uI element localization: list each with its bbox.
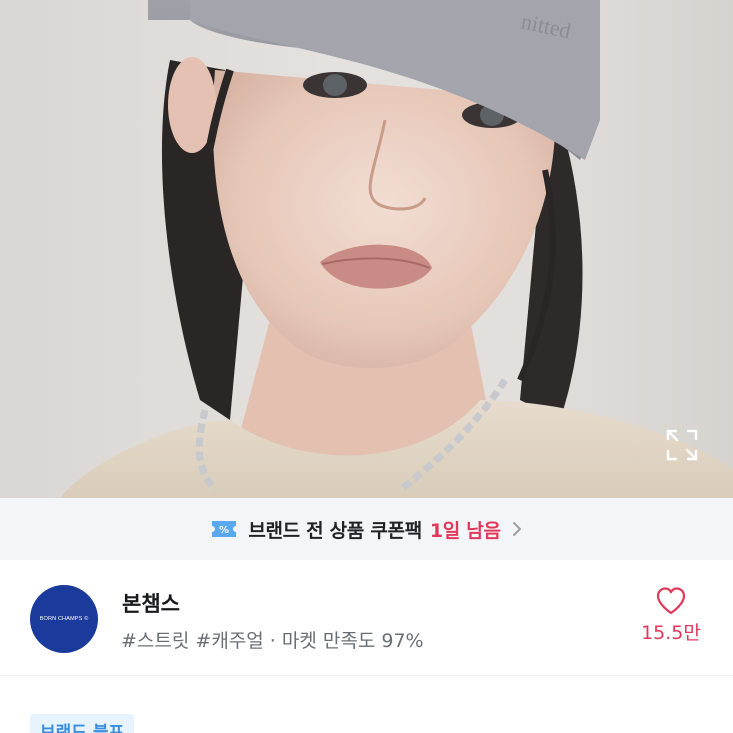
shop-logo[interactable]: BORN CHAMPS © xyxy=(30,585,98,653)
shop-name[interactable]: 본챔스 xyxy=(122,588,180,618)
like-count: 15.5만 xyxy=(641,622,701,644)
expand-image-button[interactable] xyxy=(665,428,699,462)
shop-logo-text: BORN CHAMPS © xyxy=(39,616,89,622)
coupon-pack-banner[interactable]: % 브랜드 전 상품 쿠폰팩 1일 남음 xyxy=(0,498,733,560)
coupon-banner-content: % 브랜드 전 상품 쿠폰팩 1일 남음 xyxy=(210,516,522,543)
shop-info-row: BORN CHAMPS © 본챔스 #스트릿 #캐주얼 · 마켓 만족도 97%… xyxy=(0,560,733,675)
product-page: nitted % 브랜드 전 상품 쿠폰팩 1일 남음 BORN CHAMPS … xyxy=(0,0,733,733)
svg-text:%: % xyxy=(219,525,229,536)
chevron-right-icon xyxy=(512,522,521,536)
coupon-time-left: 1일 남음 xyxy=(429,519,501,542)
brand-badge: 브랜드 블프 xyxy=(30,714,135,733)
product-hero-image[interactable]: nitted xyxy=(0,0,733,498)
model-photo: nitted xyxy=(60,0,733,498)
coupon-ticket-icon: % xyxy=(212,521,237,537)
shop-tags: #스트릿 #캐주얼 · 마켓 만족도 97% xyxy=(121,630,424,652)
like-shop-button[interactable]: 15.5만 xyxy=(636,586,706,656)
heart-outline-icon xyxy=(656,587,686,615)
expand-icon xyxy=(666,429,698,461)
section-divider xyxy=(0,675,733,676)
coupon-banner-text: 브랜드 전 상품 쿠폰팩 xyxy=(248,519,422,542)
